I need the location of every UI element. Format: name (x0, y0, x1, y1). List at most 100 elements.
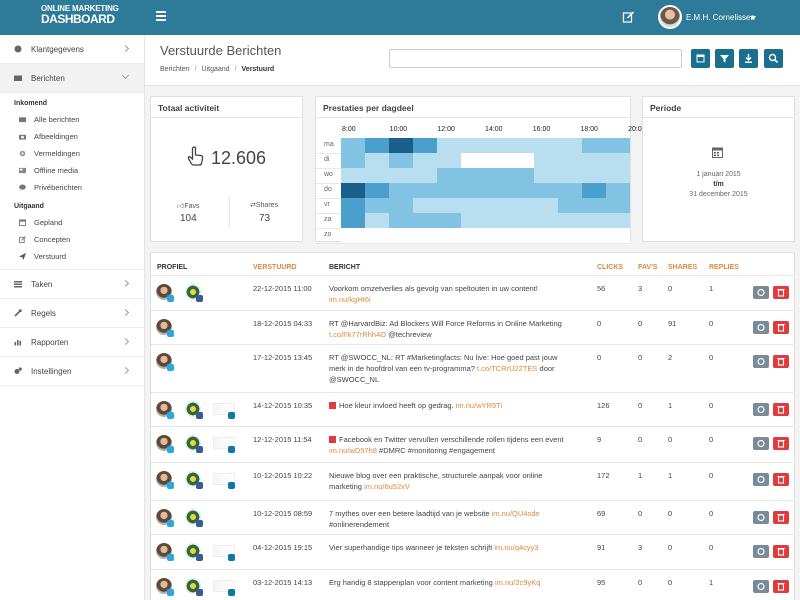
download-button[interactable] (739, 49, 758, 68)
breadcrumb-berichten[interactable]: Berichten (160, 66, 190, 73)
heatmap-cell[interactable] (485, 228, 511, 243)
delete-button[interactable] (773, 321, 789, 334)
heatmap-cell[interactable] (605, 183, 631, 198)
heatmap-cell[interactable] (389, 138, 414, 153)
heatmap-cell[interactable] (389, 213, 414, 228)
heatmap-cell[interactable] (461, 198, 486, 213)
sidebar-subitem-offline-media[interactable]: Offline media (0, 162, 144, 179)
delete-button[interactable] (773, 403, 789, 416)
sidebar-item-berichten[interactable]: Berichten (0, 64, 144, 93)
sidebar-subitem-alle-berichten[interactable]: Alle berichten (0, 111, 144, 128)
sidebar-subitem-priveberichten[interactable]: Privéberichten (0, 179, 144, 196)
table-row[interactable]: 10-12-2015 10:22 Nieuwe blog over een pra… (151, 462, 794, 500)
heatmap-cell[interactable] (389, 168, 414, 183)
heatmap-cell[interactable] (605, 138, 631, 153)
message-link[interactable]: im.nu/QU4sde (492, 509, 540, 518)
heatmap-cell[interactable] (605, 228, 631, 243)
heatmap-cell[interactable] (557, 228, 583, 243)
sidebar-subitem-afbeeldingen[interactable]: Afbeeldingen (0, 128, 144, 145)
heatmap-cell[interactable] (389, 153, 414, 168)
message-link[interactable]: im.nu/q4cyy3 (494, 543, 538, 552)
message-link[interactable]: im.nu/wYR5Ti (456, 401, 502, 410)
heatmap-cell[interactable] (461, 138, 486, 153)
search-button[interactable] (764, 49, 783, 68)
heatmap-cell[interactable] (365, 213, 390, 228)
delete-button[interactable] (773, 355, 789, 368)
heatmap-cell[interactable] (461, 153, 486, 168)
heatmap-cell[interactable] (557, 168, 583, 183)
user-avatar[interactable] (658, 5, 682, 29)
compose-icon[interactable] (622, 11, 635, 23)
heatmap-cell[interactable] (557, 198, 583, 213)
column-header-verstuurd[interactable]: VERSTUURD (253, 264, 297, 271)
heatmap-cell[interactable] (557, 213, 583, 228)
heatmap-cell[interactable] (461, 228, 486, 243)
table-row[interactable]: 18-12-2015 04:33 RT @HarvardBiz: Ad Block… (151, 310, 794, 344)
sidebar-item-instellingen[interactable]: Instellingen (0, 357, 144, 386)
heatmap-cell[interactable] (389, 198, 414, 213)
heatmap-cell[interactable] (341, 228, 366, 243)
column-header-favs[interactable]: FAV'S (638, 264, 657, 271)
heatmap-cell[interactable] (413, 198, 438, 213)
table-row[interactable]: 22-12-2015 11:00 Voorkom omzetverlies als… (151, 275, 794, 310)
sidebar-subitem-verstuurd[interactable]: Verstuurd (0, 248, 144, 265)
delete-button[interactable] (773, 580, 789, 593)
heatmap-cell[interactable] (413, 228, 438, 243)
heatmap-cell[interactable] (437, 153, 462, 168)
sidebar-item-rapporten[interactable]: Rapporten (0, 328, 144, 357)
heatmap-cell[interactable] (581, 228, 607, 243)
heatmap-cell[interactable] (509, 168, 535, 183)
heatmap-cell[interactable] (509, 228, 535, 243)
heatmap-cell[interactable] (437, 198, 462, 213)
heatmap-cell[interactable] (341, 138, 366, 153)
message-link[interactable]: t.co/TCRrU22TES (477, 364, 537, 373)
sidebar-subitem-gepland[interactable]: Gepland (0, 214, 144, 231)
heatmap-cell[interactable] (533, 138, 559, 153)
heatmap-cell[interactable] (437, 213, 462, 228)
column-header-shares[interactable]: SHARES (668, 264, 697, 271)
heatmap-cell[interactable] (461, 183, 486, 198)
heatmap-cell[interactable] (365, 198, 390, 213)
heatmap-cell[interactable] (413, 138, 438, 153)
sidebar-item-regels[interactable]: Regels (0, 299, 144, 328)
heatmap-cell[interactable] (485, 138, 511, 153)
message-link[interactable]: t.co/Fk77rRhh4O (329, 330, 386, 339)
heatmap-cell[interactable] (485, 198, 511, 213)
heatmap-cell[interactable] (509, 198, 535, 213)
column-header-clicks[interactable]: CLICKS (597, 264, 623, 271)
heatmap-cell[interactable] (509, 183, 535, 198)
heatmap-cell[interactable] (485, 153, 511, 168)
sidebar-subitem-concepten[interactable]: Concepten (0, 231, 144, 248)
heatmap-cell[interactable] (437, 183, 462, 198)
heatmap-cell[interactable] (581, 153, 607, 168)
heatmap-cell[interactable] (557, 183, 583, 198)
refresh-button[interactable] (753, 511, 769, 524)
heatmap-cell[interactable] (557, 138, 583, 153)
heatmap-cell[interactable] (533, 183, 559, 198)
table-row[interactable]: 14-12-2015 10:35 Hoe kleur invloed heeft … (151, 392, 794, 426)
heatmap-cell[interactable] (341, 153, 366, 168)
filter-button[interactable] (715, 49, 734, 68)
heatmap-cell[interactable] (365, 183, 390, 198)
heatmap-cell[interactable] (605, 198, 631, 213)
refresh-button[interactable] (753, 403, 769, 416)
refresh-button[interactable] (753, 355, 769, 368)
table-row[interactable]: 17-12-2015 13:45 RT @SWOCC_NL: RT #Market… (151, 344, 794, 392)
message-link[interactable]: im.nu/kgHt6i (329, 295, 371, 304)
heatmap-cell[interactable] (509, 138, 535, 153)
heatmap-cell[interactable] (509, 153, 535, 168)
sidebar-item-taken[interactable]: Taken (0, 270, 144, 299)
heatmap-cell[interactable] (365, 168, 390, 183)
heatmap-cell[interactable] (341, 198, 366, 213)
heatmap-cell[interactable] (413, 213, 438, 228)
delete-button[interactable] (773, 437, 789, 450)
heatmap-cell[interactable] (389, 228, 414, 243)
refresh-button[interactable] (753, 580, 769, 593)
refresh-button[interactable] (753, 286, 769, 299)
breadcrumb-uitgaand[interactable]: Uitgaand (202, 66, 230, 73)
search-input[interactable] (389, 49, 682, 68)
sidebar-subitem-vermeldingen[interactable]: Vermeldingen (0, 145, 144, 162)
sidebar-item-klantgegevens[interactable]: Klantgegevens (0, 35, 144, 64)
column-header-replies[interactable]: REPLIES (709, 264, 739, 271)
heatmap-cell[interactable] (581, 168, 607, 183)
